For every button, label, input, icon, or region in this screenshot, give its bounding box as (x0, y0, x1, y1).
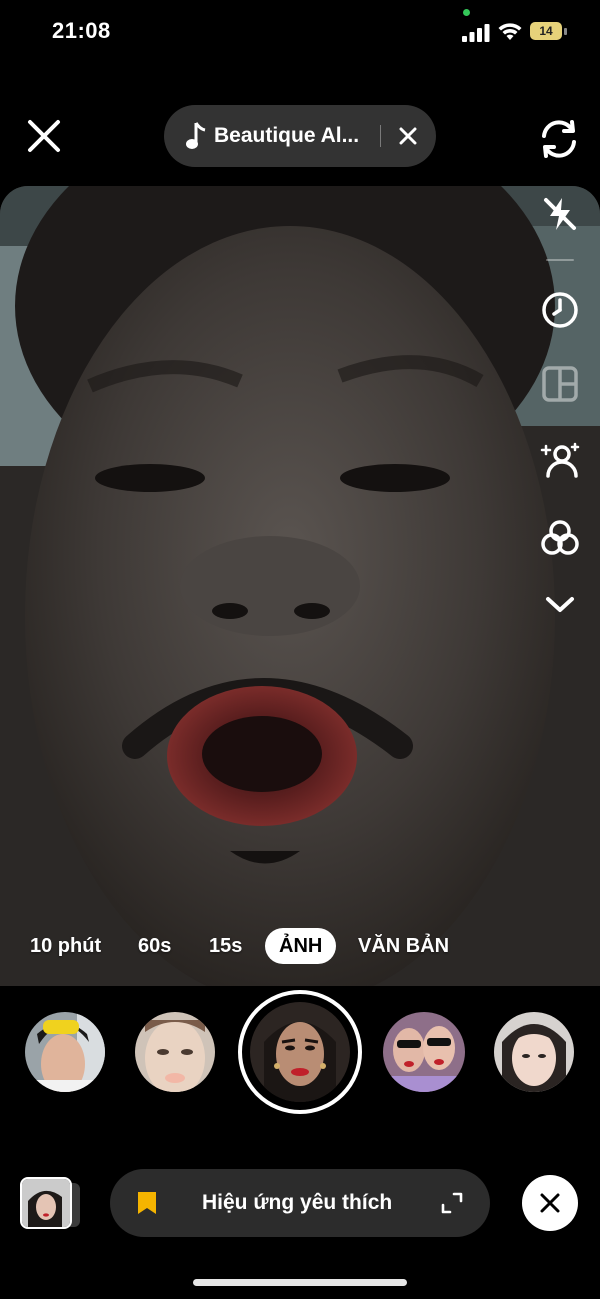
close-icon[interactable] (26, 118, 62, 154)
layout-icon[interactable] (538, 362, 582, 406)
toolbar-divider (546, 259, 574, 261)
divider (380, 125, 381, 147)
chevron-down-icon[interactable] (538, 582, 582, 626)
expand-icon[interactable] (440, 1191, 464, 1215)
effect-thumbnail[interactable] (383, 1012, 465, 1092)
favorite-effects-label: Hiệu ứng yêu thích (202, 1191, 393, 1214)
timer-icon[interactable] (538, 288, 582, 332)
status-time: 21:08 (52, 18, 111, 43)
gallery-button[interactable] (20, 1177, 72, 1229)
home-indicator[interactable] (193, 1279, 407, 1286)
flash-off-icon[interactable] (538, 192, 582, 236)
favorite-effects-button[interactable]: Hiệu ứng yêu thích (110, 1169, 490, 1237)
clear-sound-icon[interactable] (396, 124, 420, 148)
battery-icon: 14 (530, 22, 568, 42)
effect-thumbnail[interactable] (135, 1012, 215, 1092)
close-icon (540, 1193, 560, 1213)
effect-thumbnail[interactable] (25, 1012, 105, 1092)
add-sound-button[interactable]: Beautique Al... (164, 105, 436, 167)
flip-camera-icon[interactable] (536, 116, 582, 162)
music-note-icon (186, 122, 206, 149)
mode-photo[interactable]: ẢNH (265, 928, 337, 964)
camera-feed-image (0, 186, 600, 986)
filters-icon[interactable] (538, 516, 582, 560)
remove-effect-button[interactable] (522, 1175, 578, 1231)
camera-preview[interactable] (0, 186, 600, 986)
wifi-icon (498, 23, 522, 40)
mode-15s[interactable]: 15s (209, 928, 242, 964)
battery-level: 14 (539, 24, 553, 38)
mode-text[interactable]: VĂN BẢN (358, 928, 449, 964)
mode-60s[interactable]: 60s (138, 928, 171, 964)
bookmark-icon (138, 1192, 156, 1214)
sound-name: Beautique Al... (214, 124, 360, 147)
camera-indicator-dot (463, 9, 470, 16)
mode-10-minutes[interactable]: 10 phút (30, 928, 101, 964)
signal-icon (462, 24, 490, 42)
effect-thumbnail-selected[interactable] (250, 1002, 350, 1102)
effect-thumbnail[interactable] (494, 1012, 574, 1092)
gallery-thumbnail-image (22, 1179, 70, 1227)
beauty-icon[interactable] (538, 438, 582, 482)
